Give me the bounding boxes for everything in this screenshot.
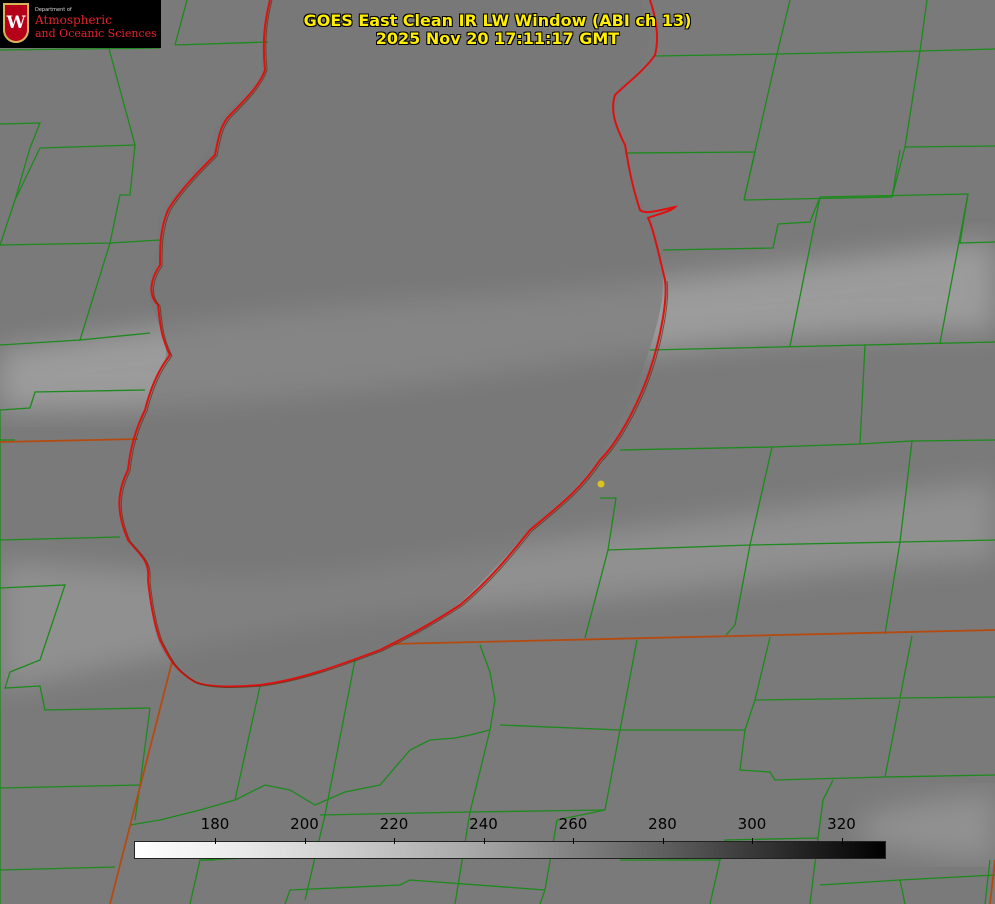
colorbar-tick-label: 220 (379, 815, 409, 833)
colorbar-tick-label: 300 (737, 815, 767, 833)
colorbar-tick-label: 180 (200, 815, 230, 833)
colorbar-tick-label: 280 (648, 815, 677, 833)
colorbar-tick-mark (483, 838, 485, 844)
satellite-image-viewer: { "title": { "line1": "GOES East Clean I… (0, 0, 995, 904)
colorbar-tick-mark (662, 838, 664, 844)
colorbar (134, 841, 886, 859)
colorbar-tick-mark (841, 838, 843, 844)
colorbar-tick-mark (215, 838, 216, 844)
map-canvas (0, 0, 995, 904)
image-title: GOES East Clean IR LW Window (ABI ch 13) (303, 11, 692, 30)
colorbar-tick-mark (573, 838, 574, 844)
colorbar-tick-label: 200 (290, 815, 319, 833)
colorbar-tick-mark (304, 838, 306, 844)
colorbar-tick-label: 240 (469, 815, 498, 833)
image-timestamp: 2025 Nov 20 17:11:17 GMT (375, 29, 620, 48)
colorbar-tick-label: 320 (827, 815, 856, 833)
colorbar-tick-label: 260 (558, 815, 588, 833)
location-marker (597, 480, 605, 488)
colorbar-tick-mark (752, 838, 753, 844)
colorbar-tick-mark (394, 838, 395, 844)
